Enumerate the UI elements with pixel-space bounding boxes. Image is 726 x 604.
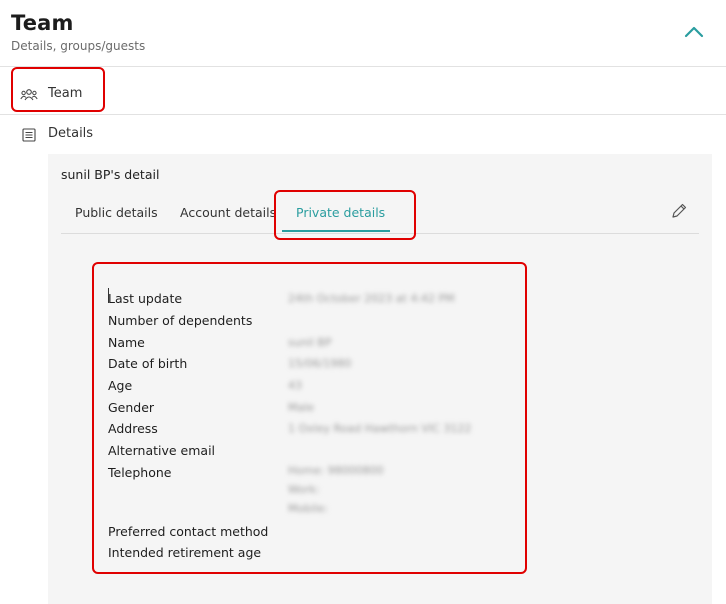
nav-details-label: Details <box>48 126 94 141</box>
detail-panel-title: sunil BP's detail <box>61 167 160 182</box>
detail-panel: sunil BP's detail Public details Account… <box>48 154 712 604</box>
nav-item-team[interactable]: Team <box>0 73 726 115</box>
tab-account-details[interactable]: Account details <box>180 205 276 220</box>
field-value-date-of-birth: 15/06/1980 <box>288 357 352 370</box>
detail-tabs: Public details Account details Private d… <box>61 194 699 234</box>
people-group-icon <box>20 89 38 101</box>
chevron-up-icon[interactable] <box>682 22 706 40</box>
field-label-last-update: Last update <box>108 291 183 306</box>
field-value-telephone-mobile: Mobile: <box>288 502 328 515</box>
field-label-age: Age <box>108 378 133 393</box>
list-icon <box>22 128 36 142</box>
nav-item-details[interactable]: Details <box>0 113 726 157</box>
field-value-name: sunil BP <box>288 336 332 349</box>
field-label-telephone: Telephone <box>108 465 172 480</box>
field-label-dependents: Number of dependents <box>108 313 253 328</box>
field-value-last-update: 24th October 2023 at 4:42 PM <box>288 292 455 305</box>
field-label-address: Address <box>108 421 158 436</box>
section-header: Team Details, groups/guests <box>0 0 726 67</box>
field-label-date-of-birth: Date of birth <box>108 356 188 371</box>
field-label-name: Name <box>108 335 145 350</box>
field-value-telephone-work: Work: <box>288 483 320 496</box>
nav-team-label: Team <box>48 86 83 101</box>
page-subtitle: Details, groups/guests <box>11 39 146 53</box>
tab-public-details[interactable]: Public details <box>75 205 158 220</box>
pencil-icon[interactable] <box>670 202 688 220</box>
field-value-age: 43 <box>288 379 302 392</box>
tab-private-details[interactable]: Private details <box>296 205 385 220</box>
page-title: Team <box>11 11 74 35</box>
field-value-gender: Male <box>288 401 315 414</box>
field-label-alternative-email: Alternative email <box>108 443 216 458</box>
field-value-telephone-home: Home: 98000800 <box>288 464 384 477</box>
active-tab-indicator <box>282 230 390 232</box>
field-label-gender: Gender <box>108 400 155 415</box>
field-label-retirement-age: Intended retirement age <box>108 545 262 560</box>
field-value-address: 1 Oxley Road Hawthorn VIC 3122 <box>288 422 472 435</box>
field-label-preferred-contact: Preferred contact method <box>108 524 269 539</box>
